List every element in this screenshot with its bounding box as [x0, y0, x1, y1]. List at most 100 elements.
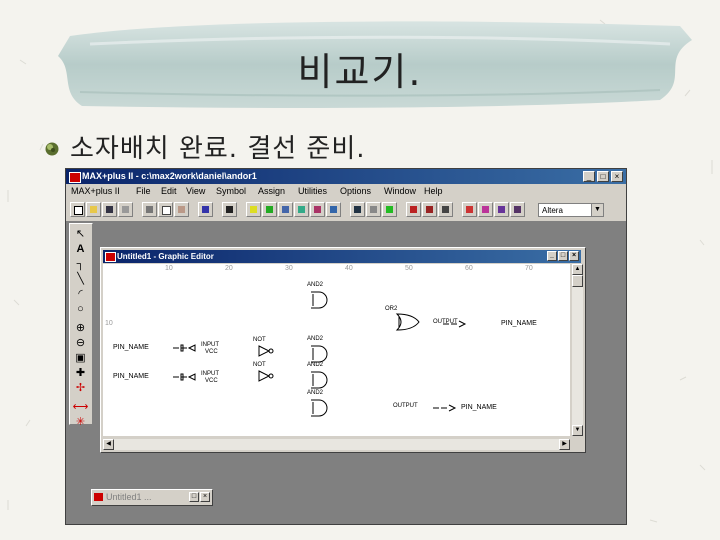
circle-tool-icon[interactable]: ○: [72, 301, 89, 317]
symbol-icon[interactable]: [326, 202, 341, 217]
new-file-icon[interactable]: [70, 202, 85, 217]
programmer-icon[interactable]: [462, 202, 477, 217]
menu-help[interactable]: Help: [424, 184, 443, 199]
input-pin-arrow: [187, 373, 196, 381]
simulator-icon[interactable]: [422, 202, 437, 217]
paste-icon[interactable]: [174, 202, 189, 217]
diagonal-line-icon[interactable]: ╲: [72, 271, 89, 287]
scroll-down-icon[interactable]: ▼: [572, 425, 583, 436]
slide-title: 비교기.: [297, 50, 423, 94]
output-pin-name[interactable]: PIN_NAME: [461, 404, 497, 412]
input-default: VCC: [205, 378, 218, 384]
menu-edit[interactable]: Edit: [161, 184, 177, 199]
copy-icon[interactable]: [158, 202, 173, 217]
text-tool-icon[interactable]: A: [72, 241, 89, 257]
schematic-drawing: [173, 291, 467, 417]
minimized-window[interactable]: Untitled1 ... □ ×: [91, 489, 213, 506]
chevron-down-icon[interactable]: ▼: [591, 204, 603, 216]
menu-maxplus[interactable]: MAX+plus II: [71, 184, 120, 199]
project-save-icon[interactable]: [350, 202, 365, 217]
menu-utilities[interactable]: Utilities: [298, 184, 327, 199]
bullet-text: 소자배치 완료. 결선 준비.: [70, 134, 366, 164]
horizontal-scrollbar[interactable]: ◀ ▶: [103, 439, 570, 450]
fit-in-window-icon[interactable]: ▣: [72, 350, 89, 366]
floorplan-icon[interactable]: [310, 202, 325, 217]
not-gate-2: [258, 370, 271, 382]
toolbar: Altera ▼: [66, 199, 626, 222]
print-icon[interactable]: [118, 202, 133, 217]
child-close-button[interactable]: ×: [569, 251, 579, 261]
arc-tool-icon[interactable]: ◜: [72, 286, 89, 302]
menu-file[interactable]: File: [136, 184, 151, 199]
menu-symbol[interactable]: Symbol: [216, 184, 246, 199]
undo-icon[interactable]: [198, 202, 213, 217]
input-pin-name[interactable]: PIN_NAME: [113, 344, 149, 352]
floorplan-editor-icon[interactable]: [510, 202, 525, 217]
vertical-scrollbar[interactable]: ▲ ▼: [572, 264, 583, 436]
app-title: MAX+plus II - c:\max2work\daniel\andor1: [82, 171, 257, 181]
editor-icon[interactable]: [294, 202, 309, 217]
device-family-value: Altera: [542, 206, 563, 215]
timing-icon[interactable]: [438, 202, 453, 217]
and-gate-label: AND2: [307, 362, 324, 368]
message-icon[interactable]: [478, 202, 493, 217]
input-pin-name[interactable]: PIN_NAME: [113, 373, 149, 381]
output-pin-arrow: [458, 320, 467, 328]
minimized-window-title: Untitled1 ...: [106, 492, 152, 502]
drawing-palette: ↖ A ┐ ╲ ◜ ○ ⊕ ⊖ ▣ ✚ ✢ ⟷ ✳: [69, 223, 93, 428]
scroll-up-icon[interactable]: ▲: [572, 264, 583, 275]
restore-button[interactable]: □: [189, 492, 199, 502]
check-icon[interactable]: [366, 202, 381, 217]
input-type: INPUT: [201, 342, 219, 348]
maximize-button[interactable]: □: [597, 171, 609, 182]
schematic-canvas[interactable]: 10 20 30 40 50 60 70 10 PIN_NAME INPUT V…: [103, 264, 570, 436]
hierarchy-up-icon[interactable]: [246, 202, 261, 217]
hierarchy-down-icon[interactable]: [262, 202, 277, 217]
connect-dots-icon[interactable]: ⟷: [72, 399, 89, 415]
orthogonal-line-icon[interactable]: ┐: [72, 256, 89, 272]
not-gate-label: NOT: [253, 337, 266, 343]
selection-arrow-icon[interactable]: ↖: [72, 226, 89, 242]
menu-assign[interactable]: Assign: [258, 184, 285, 199]
cross-connect-icon[interactable]: ✳: [72, 414, 89, 430]
output-pin-name[interactable]: PIN_NAME: [501, 320, 537, 328]
menu-window[interactable]: Window: [384, 184, 416, 199]
menu-options[interactable]: Options: [340, 184, 371, 199]
graphic-editor-title: Untitled1 - Graphic Editor: [117, 252, 214, 261]
minimized-close-button[interactable]: ×: [200, 492, 210, 502]
graphic-editor-titlebar: Untitled1 - Graphic Editor _ □ ×: [103, 250, 581, 263]
close-button[interactable]: ×: [611, 171, 623, 182]
compile-icon[interactable]: [382, 202, 397, 217]
zoom-in-icon[interactable]: ⊕: [72, 320, 89, 336]
menu-view[interactable]: View: [186, 184, 205, 199]
open-folder-icon[interactable]: [86, 202, 101, 217]
cut-icon[interactable]: [142, 202, 157, 217]
and-gate-label: AND2: [307, 282, 324, 288]
compiler-icon[interactable]: [406, 202, 421, 217]
scroll-left-icon[interactable]: ◀: [103, 439, 114, 450]
scroll-thumb[interactable]: [572, 275, 583, 287]
and-gate-label: AND2: [307, 336, 324, 342]
save-icon[interactable]: [102, 202, 117, 217]
graphic-editor-window: Untitled1 - Graphic Editor _ □ × 10 20 3…: [100, 247, 586, 453]
project-icon[interactable]: [278, 202, 293, 217]
help-icon[interactable]: [222, 202, 237, 217]
hierarchy-display-icon[interactable]: [494, 202, 509, 217]
input-pin-arrow: [187, 344, 196, 352]
scroll-right-icon[interactable]: ▶: [559, 439, 570, 450]
not-gate-1: [258, 345, 271, 357]
bullet-icon: [45, 142, 59, 156]
zoom-out-icon[interactable]: ⊖: [72, 335, 89, 351]
device-family-select[interactable]: Altera ▼: [538, 203, 604, 217]
child-minimize-button[interactable]: _: [547, 251, 557, 261]
child-maximize-button[interactable]: □: [558, 251, 568, 261]
input-default: VCC: [205, 349, 218, 355]
rubberband-off-icon[interactable]: ✢: [72, 380, 89, 396]
output-type: OUTPUT: [393, 403, 418, 409]
app-icon: [69, 172, 81, 183]
rubberband-on-icon[interactable]: ✚: [72, 365, 89, 381]
minimize-button[interactable]: _: [583, 171, 595, 182]
or-gate: [395, 313, 420, 331]
and-gate-label: AND2: [307, 390, 324, 396]
maxplus-screenshot: MAX+plus II - c:\max2work\daniel\andor1 …: [65, 168, 627, 525]
